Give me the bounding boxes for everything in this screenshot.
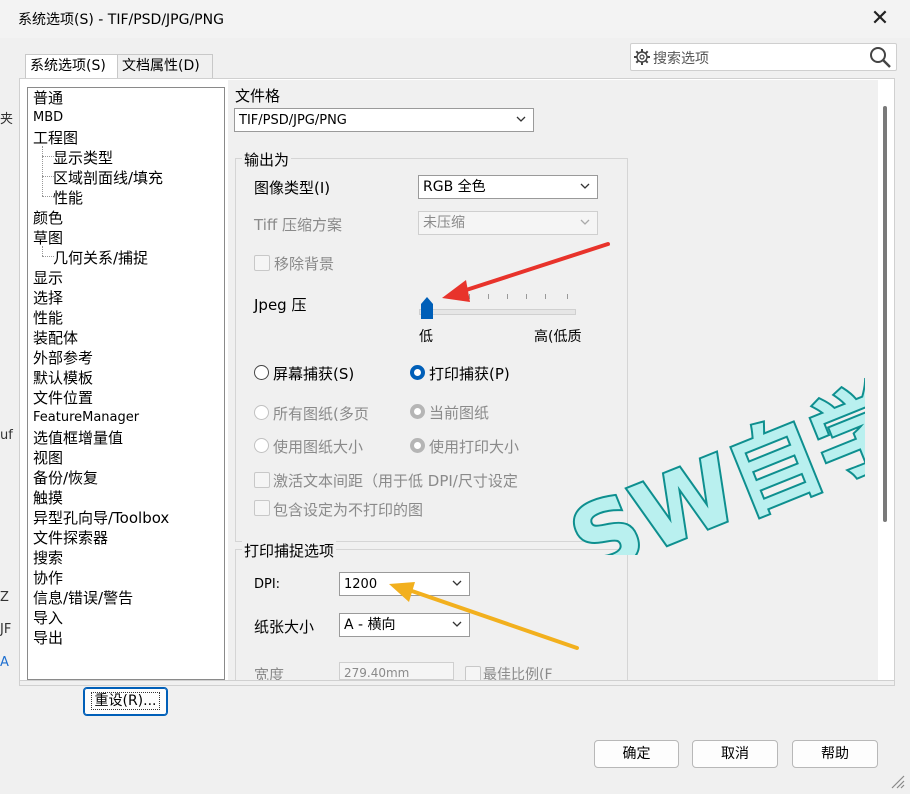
tree-item-external-references[interactable]: 外部参考: [33, 348, 93, 368]
dpi-value: 1200: [344, 577, 378, 592]
tree-item-display-style[interactable]: 显示类型: [53, 148, 113, 168]
current-sheet-radio[interactable]: [410, 404, 425, 419]
bg-fragment: 夹: [0, 112, 14, 127]
tree-item-touch[interactable]: 触摸: [33, 488, 63, 508]
include-nonprint-checkbox[interactable]: [254, 500, 270, 516]
chevron-down-icon: [580, 219, 590, 225]
output-group-title: 输出为: [242, 149, 292, 170]
window-title: 系统选项(S) - TIF/PSD/JPG/PNG: [18, 12, 224, 28]
image-type-dropdown[interactable]: RGB 全色: [418, 175, 598, 199]
tree-item-sketch[interactable]: 草图: [33, 228, 63, 248]
tree-item-relations-snaps[interactable]: 几何关系/捕捉: [53, 248, 148, 268]
tiff-compression-label: Tiff 压缩方案: [254, 216, 342, 234]
tree-item-colors[interactable]: 颜色: [33, 208, 63, 228]
dpi-label: DPI:: [254, 577, 281, 592]
image-type-label: 图像类型(I): [254, 179, 331, 197]
all-sheets-radio[interactable]: [254, 405, 269, 420]
yellow-arrow-annotation: [389, 582, 579, 650]
best-fit-label: 最佳比例(F: [483, 667, 553, 680]
tree-item-export[interactable]: 导出: [33, 628, 63, 648]
scrollbar-thumb[interactable]: [883, 106, 887, 522]
jpeg-compression-label: Jpeg 压: [254, 296, 307, 314]
print-capture-radio[interactable]: [410, 365, 425, 380]
resize-grip-icon[interactable]: [888, 772, 906, 790]
tree-item-selection[interactable]: 选择: [33, 288, 63, 308]
reset-button[interactable]: 重设(R)...: [83, 687, 168, 716]
print-capture-label: 打印捕获(P): [429, 365, 510, 383]
tab-system-options[interactable]: 系统选项(S): [25, 54, 123, 79]
slider-low-label: 低: [419, 329, 433, 345]
tree-item-area-hatch[interactable]: 区域剖面线/填充: [53, 168, 163, 188]
tree-item-file-locations[interactable]: 文件位置: [33, 388, 93, 408]
tree-item-view[interactable]: 视图: [33, 448, 63, 468]
vertical-scrollbar[interactable]: [880, 90, 888, 678]
tree-item-performance[interactable]: 性能: [33, 308, 63, 328]
tree-item-general[interactable]: 普通: [33, 88, 63, 108]
tree-item-drawings[interactable]: 工程图: [33, 128, 78, 148]
use-print-size-radio[interactable]: [410, 438, 425, 453]
tree-item-collaboration[interactable]: 协作: [33, 568, 63, 588]
panel-bottom-edge: [20, 680, 894, 685]
watermark-text: SW自学: [557, 375, 865, 555]
search-input[interactable]: 搜索选项: [653, 48, 709, 68]
file-format-value: TIF/PSD/JPG/PNG: [239, 113, 347, 128]
ok-button[interactable]: 确定: [594, 740, 679, 768]
tab-document-properties[interactable]: 文档属性(D): [117, 54, 213, 79]
tiff-compression-dropdown[interactable]: 未压缩: [418, 211, 598, 235]
use-sheet-size-label: 使用图纸大小: [273, 438, 364, 456]
include-nonprint-label: 包含设定为不打印的图: [273, 501, 424, 519]
close-button[interactable]: ✕: [862, 2, 898, 36]
image-type-value: RGB 全色: [423, 179, 486, 195]
tree-item-search[interactable]: 搜索: [33, 548, 63, 568]
activate-text-spacing-label: 激活文本间距（用于低 DPI/尺寸设定: [273, 472, 518, 490]
bg-fragment: JF: [0, 622, 12, 637]
bg-fragment: A: [0, 655, 9, 670]
current-sheet-label: 当前图纸: [429, 404, 490, 422]
chevron-down-icon: [580, 183, 590, 189]
use-print-size-label: 使用打印大小: [429, 438, 520, 456]
watermark: SW自学: [555, 375, 865, 555]
chevron-down-icon: [516, 116, 526, 122]
tree-item-drawing-performance[interactable]: 性能: [53, 188, 83, 208]
title-bar: 系统选项(S) - TIF/PSD/JPG/PNG ✕: [0, 0, 910, 38]
tree-item-featuremanager[interactable]: FeatureManager: [33, 408, 139, 428]
tree-item-default-templates[interactable]: 默认模板: [33, 368, 93, 388]
all-sheets-label: 所有图纸(多页: [273, 405, 369, 423]
bg-fragment: Z: [0, 590, 9, 605]
file-format-dropdown[interactable]: TIF/PSD/JPG/PNG: [234, 108, 534, 132]
help-button[interactable]: 帮助: [792, 740, 878, 768]
tree-item-hole-wizard-toolbox[interactable]: 异型孔向导/Toolbox: [33, 508, 169, 528]
tree-line: [42, 146, 43, 196]
tiff-compression-value: 未压缩: [423, 215, 465, 231]
tree-item-backup-recover[interactable]: 备份/恢复: [33, 468, 98, 488]
search-icon[interactable]: [868, 45, 892, 69]
tree-item-assemblies[interactable]: 装配体: [33, 328, 78, 348]
red-arrow-annotation: [442, 242, 610, 302]
screen-capture-label: 屏幕捕获(S): [273, 365, 355, 383]
search-box[interactable]: 搜索选项: [630, 43, 897, 71]
activate-text-spacing-checkbox[interactable]: [254, 472, 270, 488]
width-field[interactable]: 279.40mm: [339, 662, 454, 680]
remove-background-label: 移除背景: [274, 255, 335, 273]
bg-fragment: uf: [0, 428, 13, 443]
tree-item-file-explorer[interactable]: 文件探索器: [33, 528, 108, 548]
use-sheet-size-radio[interactable]: [254, 438, 269, 453]
reset-button-label: 重设(R)...: [91, 692, 160, 710]
remove-background-checkbox[interactable]: [254, 255, 270, 271]
screen-capture-radio[interactable]: [254, 365, 269, 380]
paper-size-label: 纸张大小: [254, 618, 315, 636]
tree-item-display[interactable]: 显示: [33, 268, 63, 288]
print-capture-group-title: 打印捕捉选项: [242, 540, 337, 561]
gear-icon[interactable]: [633, 48, 651, 66]
tree-item-import[interactable]: 导入: [33, 608, 63, 628]
tree-item-messages-errors-warnings[interactable]: 信息/错误/警告: [33, 588, 133, 608]
options-tree[interactable]: 普通 MBD 工程图 显示类型 区域剖面线/填充 性能 颜色 草图 几何关系/捕…: [27, 87, 225, 680]
file-format-label: 文件格: [235, 87, 281, 105]
cancel-button[interactable]: 取消: [692, 740, 778, 768]
tree-item-spin-box-increments[interactable]: 选值框增量值: [33, 428, 123, 448]
slider-high-label: 高(低质: [534, 329, 582, 345]
tree-item-mbd[interactable]: MBD: [33, 108, 63, 128]
width-value: 279.40mm: [344, 666, 410, 680]
